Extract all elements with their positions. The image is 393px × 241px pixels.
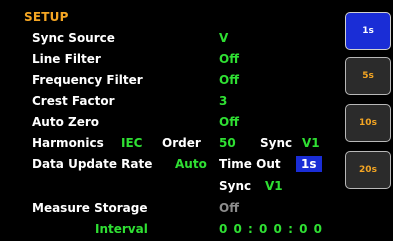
softkey-5s-button[interactable]: 5s xyxy=(345,57,391,95)
time-out-value-selected[interactable]: 1s xyxy=(296,156,322,172)
harmonics-order-value[interactable]: 50 xyxy=(219,136,236,150)
measure-storage-label: Measure Storage xyxy=(32,201,148,215)
harmonics-order-label: Order xyxy=(162,136,201,150)
harmonics-standard-value[interactable]: IEC xyxy=(121,136,142,150)
line-filter-value[interactable]: Off xyxy=(219,52,239,66)
setup-screen: SETUP Sync Source V Line Filter Off Freq… xyxy=(0,0,393,241)
data-update-sync-value[interactable]: V1 xyxy=(265,179,283,193)
harmonics-sync-value[interactable]: V1 xyxy=(302,136,320,150)
frequency-filter-label: Frequency Filter xyxy=(32,73,143,87)
crest-factor-value[interactable]: 3 xyxy=(219,94,227,108)
frequency-filter-value[interactable]: Off xyxy=(219,73,239,87)
softkey-panel: 1s 5s 10s 20s xyxy=(340,0,393,241)
data-update-rate-value[interactable]: Auto xyxy=(175,157,207,171)
harmonics-sync-label: Sync xyxy=(260,136,293,150)
page-title: SETUP xyxy=(24,10,69,24)
softkey-20s-button[interactable]: 20s xyxy=(345,151,391,189)
softkey-1s-button[interactable]: 1s xyxy=(345,12,391,50)
interval-label: Interval xyxy=(95,222,148,236)
measure-storage-value[interactable]: Off xyxy=(219,201,239,215)
line-filter-label: Line Filter xyxy=(32,52,101,66)
auto-zero-label: Auto Zero xyxy=(32,115,99,129)
data-update-sync-label: Sync xyxy=(219,179,252,193)
time-out-label: Time Out xyxy=(219,157,281,171)
data-update-rate-label: Data Update Rate xyxy=(32,157,153,171)
sync-source-label: Sync Source xyxy=(32,31,115,45)
softkey-10s-button[interactable]: 10s xyxy=(345,104,391,142)
harmonics-label: Harmonics xyxy=(32,136,104,150)
sync-source-value[interactable]: V xyxy=(219,31,228,45)
interval-value[interactable]: 0 0 : 0 0 : 0 0 xyxy=(219,222,323,236)
crest-factor-label: Crest Factor xyxy=(32,94,115,108)
auto-zero-value[interactable]: Off xyxy=(219,115,239,129)
